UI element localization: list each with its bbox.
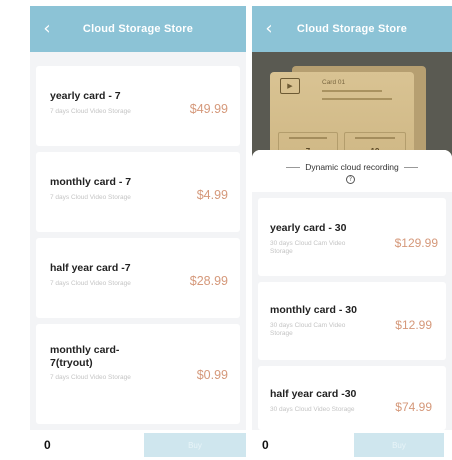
plan-desc: 7 days Cloud Video Storage — [50, 280, 131, 287]
plan-card[interactable]: monthly card - 7 7 days Cloud Video Stor… — [36, 152, 240, 232]
total-amount: 0 — [44, 438, 51, 452]
plan-card[interactable]: monthly card - 30 30 days Cloud Cam Vide… — [258, 282, 446, 360]
page-title: Cloud Storage Store — [296, 23, 408, 35]
plan-card[interactable]: half year card -30 30 days Cloud Video S… — [258, 366, 446, 430]
header-bar: ‹ Cloud Storage Store — [252, 6, 452, 52]
plan-desc: 30 days Cloud Cam Video Storage — [270, 322, 346, 337]
plan-name: monthly card-7(tryout) — [50, 344, 120, 369]
chevron-left-icon[interactable]: ‹ — [260, 18, 278, 39]
total-amount: 0 — [262, 438, 269, 452]
plan-card[interactable]: yearly card - 30 30 days Cloud Cam Video… — [258, 198, 446, 276]
plan-card[interactable]: half year card -7 7 days Cloud Video Sto… — [36, 238, 240, 318]
plan-name: yearly card - 7 — [50, 90, 121, 102]
video-icon: ▶ — [280, 78, 300, 94]
card-graphic-box-label — [289, 137, 327, 139]
header-bar: ‹ Cloud Storage Store — [30, 6, 246, 52]
plan-desc: 30 days Cloud Video Storage — [270, 406, 355, 413]
plan-price: $129.99 — [394, 236, 438, 250]
page-title: Cloud Storage Store — [82, 23, 194, 35]
question-circle-icon[interactable]: ? — [346, 175, 355, 184]
bottom-bar: 0 Buy — [252, 430, 452, 460]
plan-price: $4.99 — [196, 188, 228, 202]
plan-name: half year card -7 — [50, 262, 131, 274]
card-graphic-line — [322, 98, 392, 100]
plan-price: $28.99 — [189, 274, 228, 288]
plan-price: $74.99 — [395, 400, 432, 414]
card-graphic-box-label — [355, 137, 395, 139]
plan-sheet: Dynamic cloud recording ? yearly card - … — [252, 150, 452, 460]
chevron-left-icon[interactable]: ‹ — [38, 18, 56, 39]
plan-desc: 30 days Cloud Cam Video Storage — [270, 240, 346, 255]
card-graphic-title: Card 01 — [322, 79, 346, 86]
buy-button[interactable]: Buy — [144, 433, 246, 457]
screenshot-stage: ‹ Cloud Storage Store yearly card - 7 7 … — [0, 0, 452, 460]
sheet-header: Dynamic cloud recording ? — [252, 150, 452, 192]
plan-name: yearly card - 30 — [270, 222, 347, 234]
plan-name: half year card -30 — [270, 388, 357, 400]
sheet-subtitle: Dynamic cloud recording — [252, 162, 452, 172]
plan-desc: 7 days Cloud Video Storage — [50, 194, 131, 201]
plan-name: monthly card - 7 — [50, 176, 132, 188]
plan-list: yearly card - 7 7 days Cloud Video Stora… — [30, 52, 246, 460]
plan-price: $49.99 — [189, 102, 228, 116]
right-screen: ▶ Card 01 7 19 ‹ Cloud Storage Store Dyn… — [252, 6, 452, 460]
card-graphic-line — [322, 90, 382, 92]
plan-price: $12.99 — [395, 318, 432, 332]
left-screen: ‹ Cloud Storage Store yearly card - 7 7 … — [30, 6, 246, 460]
plan-card[interactable]: monthly card-7(tryout) 7 days Cloud Vide… — [36, 324, 240, 424]
plan-desc: 7 days Cloud Video Storage — [50, 108, 131, 115]
plan-desc: 7 days Cloud Video Storage — [50, 374, 131, 381]
plan-price: $0.99 — [196, 368, 228, 382]
buy-button[interactable]: Buy — [354, 433, 444, 457]
bottom-bar: 0 Buy — [30, 430, 246, 460]
plan-card[interactable]: yearly card - 7 7 days Cloud Video Stora… — [36, 66, 240, 146]
plan-name: monthly card - 30 — [270, 304, 357, 316]
